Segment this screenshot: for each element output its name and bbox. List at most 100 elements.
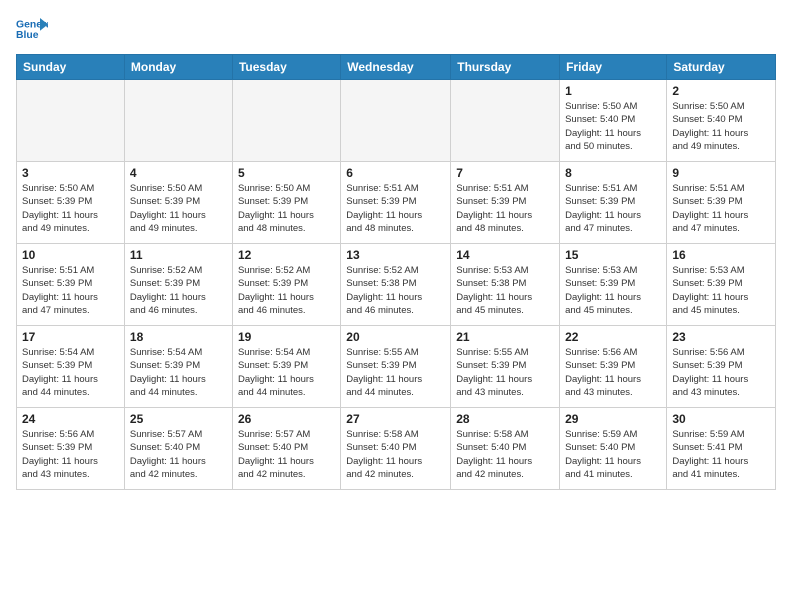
day-number: 3: [22, 166, 119, 180]
calendar-cell: 25 Sunrise: 5:57 AM Sunset: 5:40 PM Dayli…: [124, 408, 232, 490]
calendar-cell: [124, 80, 232, 162]
day-info: Sunrise: 5:58 AM Sunset: 5:40 PM Dayligh…: [456, 428, 554, 481]
calendar-cell: [232, 80, 340, 162]
weekday-header: Monday: [124, 55, 232, 80]
day-info: Sunrise: 5:58 AM Sunset: 5:40 PM Dayligh…: [346, 428, 445, 481]
calendar-cell: 6 Sunrise: 5:51 AM Sunset: 5:39 PM Daylig…: [341, 162, 451, 244]
day-number: 17: [22, 330, 119, 344]
day-info: Sunrise: 5:50 AM Sunset: 5:39 PM Dayligh…: [130, 182, 227, 235]
calendar-cell: 23Sunrise: 5:56 AM Sunset: 5:39 PM Dayli…: [667, 326, 776, 408]
week-row: 3 Sunrise: 5:50 AM Sunset: 5:39 PM Daylig…: [17, 162, 776, 244]
calendar-cell: 2 Sunrise: 5:50 AM Sunset: 5:40 PM Daylig…: [667, 80, 776, 162]
day-number: 7: [456, 166, 554, 180]
day-info: Sunrise: 5:54 AM Sunset: 5:39 PM Dayligh…: [22, 346, 119, 399]
calendar-cell: [341, 80, 451, 162]
day-info: Sunrise: 5:51 AM Sunset: 5:39 PM Dayligh…: [672, 182, 770, 235]
calendar-cell: 13 Sunrise: 5:52 AM Sunset: 5:38 PM Dayli…: [341, 244, 451, 326]
calendar-cell: 20 Sunrise: 5:55 AM Sunset: 5:39 PM Dayli…: [341, 326, 451, 408]
calendar-cell: 19 Sunrise: 5:54 AM Sunset: 5:39 PM Dayli…: [232, 326, 340, 408]
day-number: 4: [130, 166, 227, 180]
day-number: 2: [672, 84, 770, 98]
day-info: Sunrise: 5:52 AM Sunset: 5:39 PM Dayligh…: [238, 264, 335, 317]
header: General Blue: [16, 16, 776, 44]
day-info: Sunrise: 5:55 AM Sunset: 5:39 PM Dayligh…: [456, 346, 554, 399]
calendar-cell: 30 Sunrise: 5:59 AM Sunset: 5:41 PM Dayli…: [667, 408, 776, 490]
calendar-cell: 16 Sunrise: 5:53 AM Sunset: 5:39 PM Dayli…: [667, 244, 776, 326]
day-info: Sunrise: 5:50 AM Sunset: 5:40 PM Dayligh…: [565, 100, 661, 153]
calendar-cell: 12 Sunrise: 5:52 AM Sunset: 5:39 PM Dayli…: [232, 244, 340, 326]
day-number: 25: [130, 412, 227, 426]
week-row: 24Sunrise: 5:56 AM Sunset: 5:39 PM Dayli…: [17, 408, 776, 490]
day-number: 23: [672, 330, 770, 344]
day-info: Sunrise: 5:59 AM Sunset: 5:41 PM Dayligh…: [672, 428, 770, 481]
day-info: Sunrise: 5:50 AM Sunset: 5:39 PM Dayligh…: [238, 182, 335, 235]
calendar-cell: 3 Sunrise: 5:50 AM Sunset: 5:39 PM Daylig…: [17, 162, 125, 244]
week-row: 10 Sunrise: 5:51 AM Sunset: 5:39 PM Dayli…: [17, 244, 776, 326]
day-number: 15: [565, 248, 661, 262]
weekday-header: Sunday: [17, 55, 125, 80]
day-info: Sunrise: 5:52 AM Sunset: 5:39 PM Dayligh…: [130, 264, 227, 317]
day-info: Sunrise: 5:57 AM Sunset: 5:40 PM Dayligh…: [130, 428, 227, 481]
day-info: Sunrise: 5:50 AM Sunset: 5:40 PM Dayligh…: [672, 100, 770, 153]
calendar-cell: 4 Sunrise: 5:50 AM Sunset: 5:39 PM Daylig…: [124, 162, 232, 244]
day-number: 20: [346, 330, 445, 344]
day-number: 24: [22, 412, 119, 426]
day-number: 21: [456, 330, 554, 344]
calendar-cell: [17, 80, 125, 162]
calendar-cell: 1 Sunrise: 5:50 AM Sunset: 5:40 PM Daylig…: [560, 80, 667, 162]
weekday-header-row: SundayMondayTuesdayWednesdayThursdayFrid…: [17, 55, 776, 80]
calendar-cell: 27 Sunrise: 5:58 AM Sunset: 5:40 PM Dayli…: [341, 408, 451, 490]
day-number: 29: [565, 412, 661, 426]
calendar: SundayMondayTuesdayWednesdayThursdayFrid…: [16, 54, 776, 490]
day-info: Sunrise: 5:53 AM Sunset: 5:39 PM Dayligh…: [672, 264, 770, 317]
day-number: 10: [22, 248, 119, 262]
weekday-header: Saturday: [667, 55, 776, 80]
calendar-cell: 15 Sunrise: 5:53 AM Sunset: 5:39 PM Dayli…: [560, 244, 667, 326]
calendar-cell: 5 Sunrise: 5:50 AM Sunset: 5:39 PM Daylig…: [232, 162, 340, 244]
day-number: 8: [565, 166, 661, 180]
day-number: 6: [346, 166, 445, 180]
day-info: Sunrise: 5:56 AM Sunset: 5:39 PM Dayligh…: [565, 346, 661, 399]
day-number: 30: [672, 412, 770, 426]
day-info: Sunrise: 5:52 AM Sunset: 5:38 PM Dayligh…: [346, 264, 445, 317]
week-row: 17 Sunrise: 5:54 AM Sunset: 5:39 PM Dayli…: [17, 326, 776, 408]
day-info: Sunrise: 5:53 AM Sunset: 5:39 PM Dayligh…: [565, 264, 661, 317]
day-info: Sunrise: 5:59 AM Sunset: 5:40 PM Dayligh…: [565, 428, 661, 481]
weekday-header: Thursday: [451, 55, 560, 80]
day-number: 26: [238, 412, 335, 426]
svg-text:Blue: Blue: [16, 30, 39, 41]
logo: General Blue: [16, 16, 48, 44]
day-info: Sunrise: 5:54 AM Sunset: 5:39 PM Dayligh…: [238, 346, 335, 399]
day-number: 16: [672, 248, 770, 262]
day-number: 5: [238, 166, 335, 180]
weekday-header: Friday: [560, 55, 667, 80]
calendar-cell: 18Sunrise: 5:54 AM Sunset: 5:39 PM Dayli…: [124, 326, 232, 408]
day-number: 28: [456, 412, 554, 426]
week-row: 1 Sunrise: 5:50 AM Sunset: 5:40 PM Daylig…: [17, 80, 776, 162]
calendar-cell: 24Sunrise: 5:56 AM Sunset: 5:39 PM Dayli…: [17, 408, 125, 490]
calendar-cell: 26Sunrise: 5:57 AM Sunset: 5:40 PM Dayli…: [232, 408, 340, 490]
day-info: Sunrise: 5:51 AM Sunset: 5:39 PM Dayligh…: [456, 182, 554, 235]
day-number: 1: [565, 84, 661, 98]
day-number: 13: [346, 248, 445, 262]
day-number: 14: [456, 248, 554, 262]
calendar-cell: 22Sunrise: 5:56 AM Sunset: 5:39 PM Dayli…: [560, 326, 667, 408]
logo-icon: General Blue: [16, 16, 48, 44]
calendar-cell: 29 Sunrise: 5:59 AM Sunset: 5:40 PM Dayli…: [560, 408, 667, 490]
day-info: Sunrise: 5:51 AM Sunset: 5:39 PM Dayligh…: [346, 182, 445, 235]
calendar-cell: 11 Sunrise: 5:52 AM Sunset: 5:39 PM Dayli…: [124, 244, 232, 326]
calendar-cell: 10 Sunrise: 5:51 AM Sunset: 5:39 PM Dayli…: [17, 244, 125, 326]
calendar-cell: 9Sunrise: 5:51 AM Sunset: 5:39 PM Daylig…: [667, 162, 776, 244]
calendar-cell: 8Sunrise: 5:51 AM Sunset: 5:39 PM Daylig…: [560, 162, 667, 244]
day-number: 19: [238, 330, 335, 344]
day-info: Sunrise: 5:51 AM Sunset: 5:39 PM Dayligh…: [22, 264, 119, 317]
day-info: Sunrise: 5:55 AM Sunset: 5:39 PM Dayligh…: [346, 346, 445, 399]
calendar-cell: [451, 80, 560, 162]
day-number: 11: [130, 248, 227, 262]
day-info: Sunrise: 5:54 AM Sunset: 5:39 PM Dayligh…: [130, 346, 227, 399]
day-info: Sunrise: 5:50 AM Sunset: 5:39 PM Dayligh…: [22, 182, 119, 235]
day-number: 12: [238, 248, 335, 262]
calendar-cell: 17 Sunrise: 5:54 AM Sunset: 5:39 PM Dayli…: [17, 326, 125, 408]
weekday-header: Tuesday: [232, 55, 340, 80]
day-number: 27: [346, 412, 445, 426]
